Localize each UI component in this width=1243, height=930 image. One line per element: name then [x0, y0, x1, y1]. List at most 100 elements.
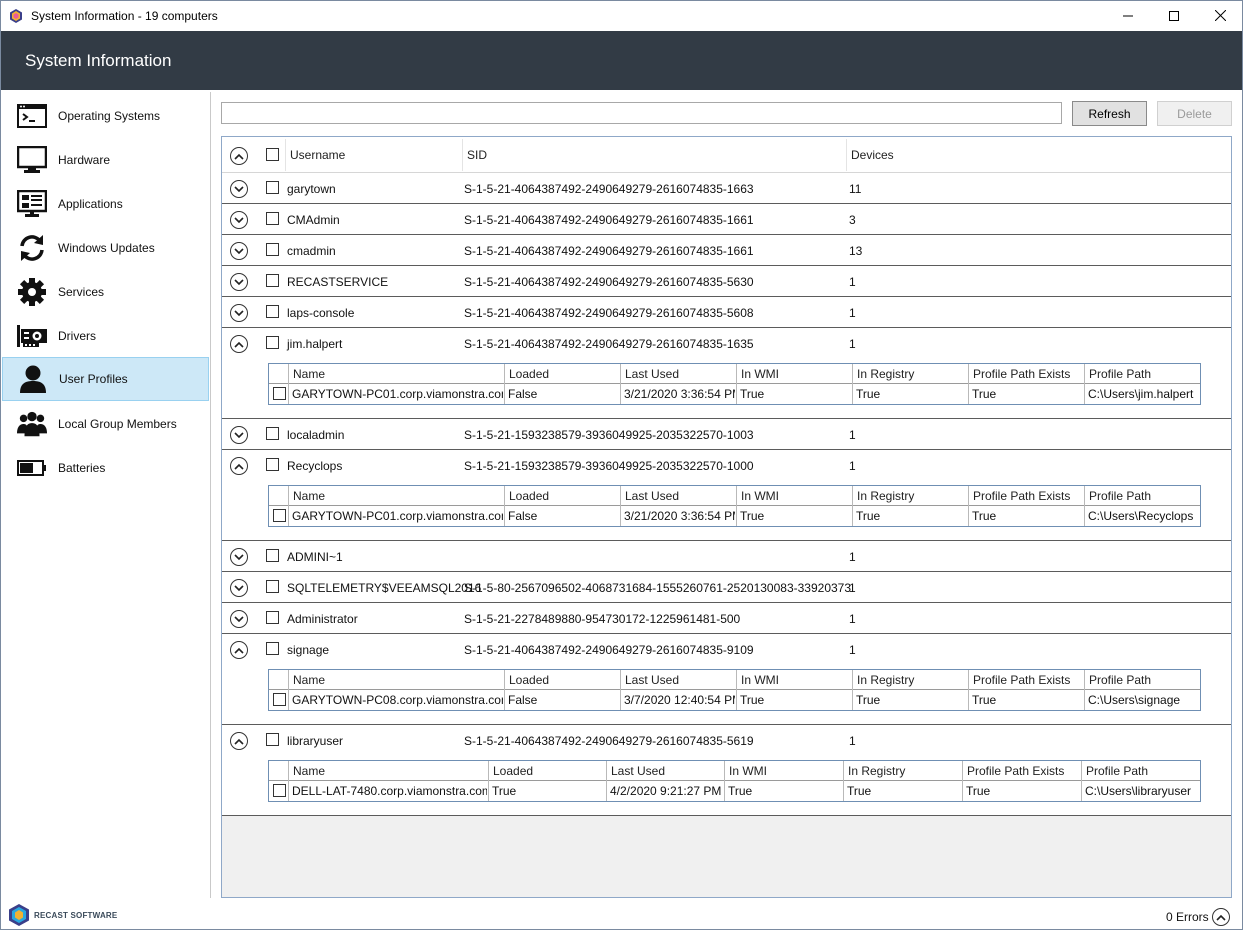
row-checkbox[interactable]	[266, 427, 279, 440]
detail-column-header-loaded[interactable]: Loaded	[493, 764, 533, 778]
collapse-all-button[interactable]	[230, 147, 248, 165]
column-header-sid[interactable]: SID	[467, 148, 487, 162]
table-row[interactable]: laps-console S-1-5-21-4064387492-24906492…	[222, 297, 1231, 328]
expand-row-button[interactable]	[230, 242, 248, 260]
sidebar-item-user-profiles[interactable]: User Profiles	[2, 357, 209, 401]
detail-column-header-profile-path-exists[interactable]: Profile Path Exists	[973, 367, 1070, 381]
collapse-row-button[interactable]	[230, 641, 248, 659]
expand-row-button[interactable]	[230, 273, 248, 291]
column-header-devices[interactable]: Devices	[851, 148, 894, 162]
detail-column-header-in-registry[interactable]: In Registry	[848, 764, 905, 778]
detail-column-header-in-wmi[interactable]: In WMI	[741, 489, 779, 503]
select-all-checkbox[interactable]	[266, 148, 279, 161]
expand-row-button[interactable]	[230, 610, 248, 628]
table-row[interactable]: signage S-1-5-21-4064387492-2490649279-26…	[222, 634, 1231, 725]
table-row[interactable]: jim.halpert S-1-5-21-4064387492-249064927…	[222, 328, 1231, 419]
detail-column-header-in-registry[interactable]: In Registry	[857, 489, 914, 503]
detail-column-header-profile-path-exists[interactable]: Profile Path Exists	[973, 673, 1070, 687]
table-row[interactable]: Recyclops S-1-5-21-1593238579-3936049925-…	[222, 450, 1231, 541]
collapse-row-button[interactable]	[230, 335, 248, 353]
detail-cell-name: GARYTOWN-PC08.corp.viamonstra.com	[292, 693, 503, 707]
detail-column-header-in-wmi[interactable]: In WMI	[741, 367, 779, 381]
refresh-button[interactable]: Refresh	[1072, 101, 1147, 126]
expand-row-button[interactable]	[230, 548, 248, 566]
table-row[interactable]: ADMINI~1 1	[222, 541, 1231, 572]
table-row[interactable]: SQLTELEMETRY$VEEAMSQL2016 S-1-5-80-256709…	[222, 572, 1231, 603]
detail-column-header-last-used[interactable]: Last Used	[625, 673, 679, 687]
table-row[interactable]: CMAdmin S-1-5-21-4064387492-2490649279-26…	[222, 204, 1231, 235]
detail-row-checkbox[interactable]	[273, 693, 286, 706]
detail-column-header-in-registry[interactable]: In Registry	[857, 367, 914, 381]
row-checkbox[interactable]	[266, 212, 279, 225]
row-checkbox[interactable]	[266, 305, 279, 318]
expand-row-button[interactable]	[230, 211, 248, 229]
detail-column-header-last-used[interactable]: Last Used	[611, 764, 665, 778]
sidebar-item-operating-systems[interactable]: Operating Systems	[2, 94, 209, 138]
expand-row-button[interactable]	[230, 304, 248, 322]
close-button[interactable]	[1197, 0, 1243, 31]
detail-column-header-profile-path-exists[interactable]: Profile Path Exists	[967, 764, 1064, 778]
delete-button[interactable]: Delete	[1157, 101, 1232, 126]
chevron-up-icon	[1216, 914, 1226, 921]
sidebar-item-services[interactable]: Services	[2, 270, 209, 314]
column-separator	[288, 761, 289, 801]
row-checkbox[interactable]	[266, 611, 279, 624]
row-checkbox[interactable]	[266, 580, 279, 593]
collapse-row-button[interactable]	[230, 732, 248, 750]
expand-row-button[interactable]	[230, 579, 248, 597]
sidebar-item-hardware[interactable]: Hardware	[2, 138, 209, 182]
detail-column-header-name[interactable]: Name	[293, 489, 325, 503]
sidebar-item-local-group-members[interactable]: Local Group Members	[2, 402, 209, 446]
cell-devices: 1	[849, 275, 856, 289]
detail-column-header-loaded[interactable]: Loaded	[509, 367, 549, 381]
table-row[interactable]: localadmin S-1-5-21-1593238579-3936049925…	[222, 419, 1231, 450]
search-input[interactable]	[221, 102, 1062, 124]
detail-column-header-profile-path[interactable]: Profile Path	[1089, 367, 1151, 381]
expand-row-button[interactable]	[230, 180, 248, 198]
detail-column-header-loaded[interactable]: Loaded	[509, 673, 549, 687]
detail-column-header-profile-path[interactable]: Profile Path	[1089, 489, 1151, 503]
errors-count[interactable]: 0 Errors	[1166, 910, 1209, 924]
sidebar-item-windows-updates[interactable]: Windows Updates	[2, 226, 209, 270]
collapse-row-button[interactable]	[230, 457, 248, 475]
sidebar-item-applications[interactable]: Applications	[2, 182, 209, 226]
chevron-down-icon	[234, 431, 244, 438]
row-checkbox[interactable]	[266, 642, 279, 655]
row-checkbox[interactable]	[266, 549, 279, 562]
table-row[interactable]: Administrator S-1-5-21-2278489880-9547301…	[222, 603, 1231, 634]
maximize-button[interactable]	[1151, 0, 1197, 31]
detail-column-header-name[interactable]: Name	[293, 673, 325, 687]
row-checkbox[interactable]	[266, 243, 279, 256]
row-checkbox[interactable]	[266, 733, 279, 746]
detail-column-header-in-wmi[interactable]: In WMI	[729, 764, 767, 778]
sidebar-item-drivers[interactable]: Drivers	[2, 314, 209, 358]
detail-column-header-loaded[interactable]: Loaded	[509, 489, 549, 503]
detail-row-checkbox[interactable]	[273, 509, 286, 522]
detail-column-header-in-registry[interactable]: In Registry	[857, 673, 914, 687]
row-checkbox[interactable]	[266, 181, 279, 194]
row-checkbox[interactable]	[266, 274, 279, 287]
detail-column-header-last-used[interactable]: Last Used	[625, 367, 679, 381]
errors-expand-button[interactable]	[1212, 908, 1230, 926]
column-separator	[852, 670, 853, 710]
row-checkbox[interactable]	[266, 458, 279, 471]
detail-row-checkbox[interactable]	[273, 387, 286, 400]
column-header-username[interactable]: Username	[290, 148, 345, 162]
minimize-button[interactable]	[1105, 0, 1151, 31]
table-row[interactable]: garytown S-1-5-21-4064387492-2490649279-2…	[222, 173, 1231, 204]
column-separator	[488, 761, 489, 801]
detail-column-header-name[interactable]: Name	[293, 367, 325, 381]
detail-column-header-name[interactable]: Name	[293, 764, 325, 778]
detail-column-header-profile-path[interactable]: Profile Path	[1089, 673, 1151, 687]
detail-column-header-profile-path[interactable]: Profile Path	[1086, 764, 1148, 778]
table-row[interactable]: RECASTSERVICE S-1-5-21-4064387492-2490649…	[222, 266, 1231, 297]
sidebar-item-batteries[interactable]: Batteries	[2, 446, 209, 490]
detail-column-header-in-wmi[interactable]: In WMI	[741, 673, 779, 687]
row-checkbox[interactable]	[266, 336, 279, 349]
detail-column-header-last-used[interactable]: Last Used	[625, 489, 679, 503]
table-row[interactable]: libraryuser S-1-5-21-4064387492-249064927…	[222, 725, 1231, 816]
expand-row-button[interactable]	[230, 426, 248, 444]
table-row[interactable]: cmadmin S-1-5-21-4064387492-2490649279-26…	[222, 235, 1231, 266]
detail-column-header-profile-path-exists[interactable]: Profile Path Exists	[973, 489, 1070, 503]
detail-row-checkbox[interactable]	[273, 784, 286, 797]
